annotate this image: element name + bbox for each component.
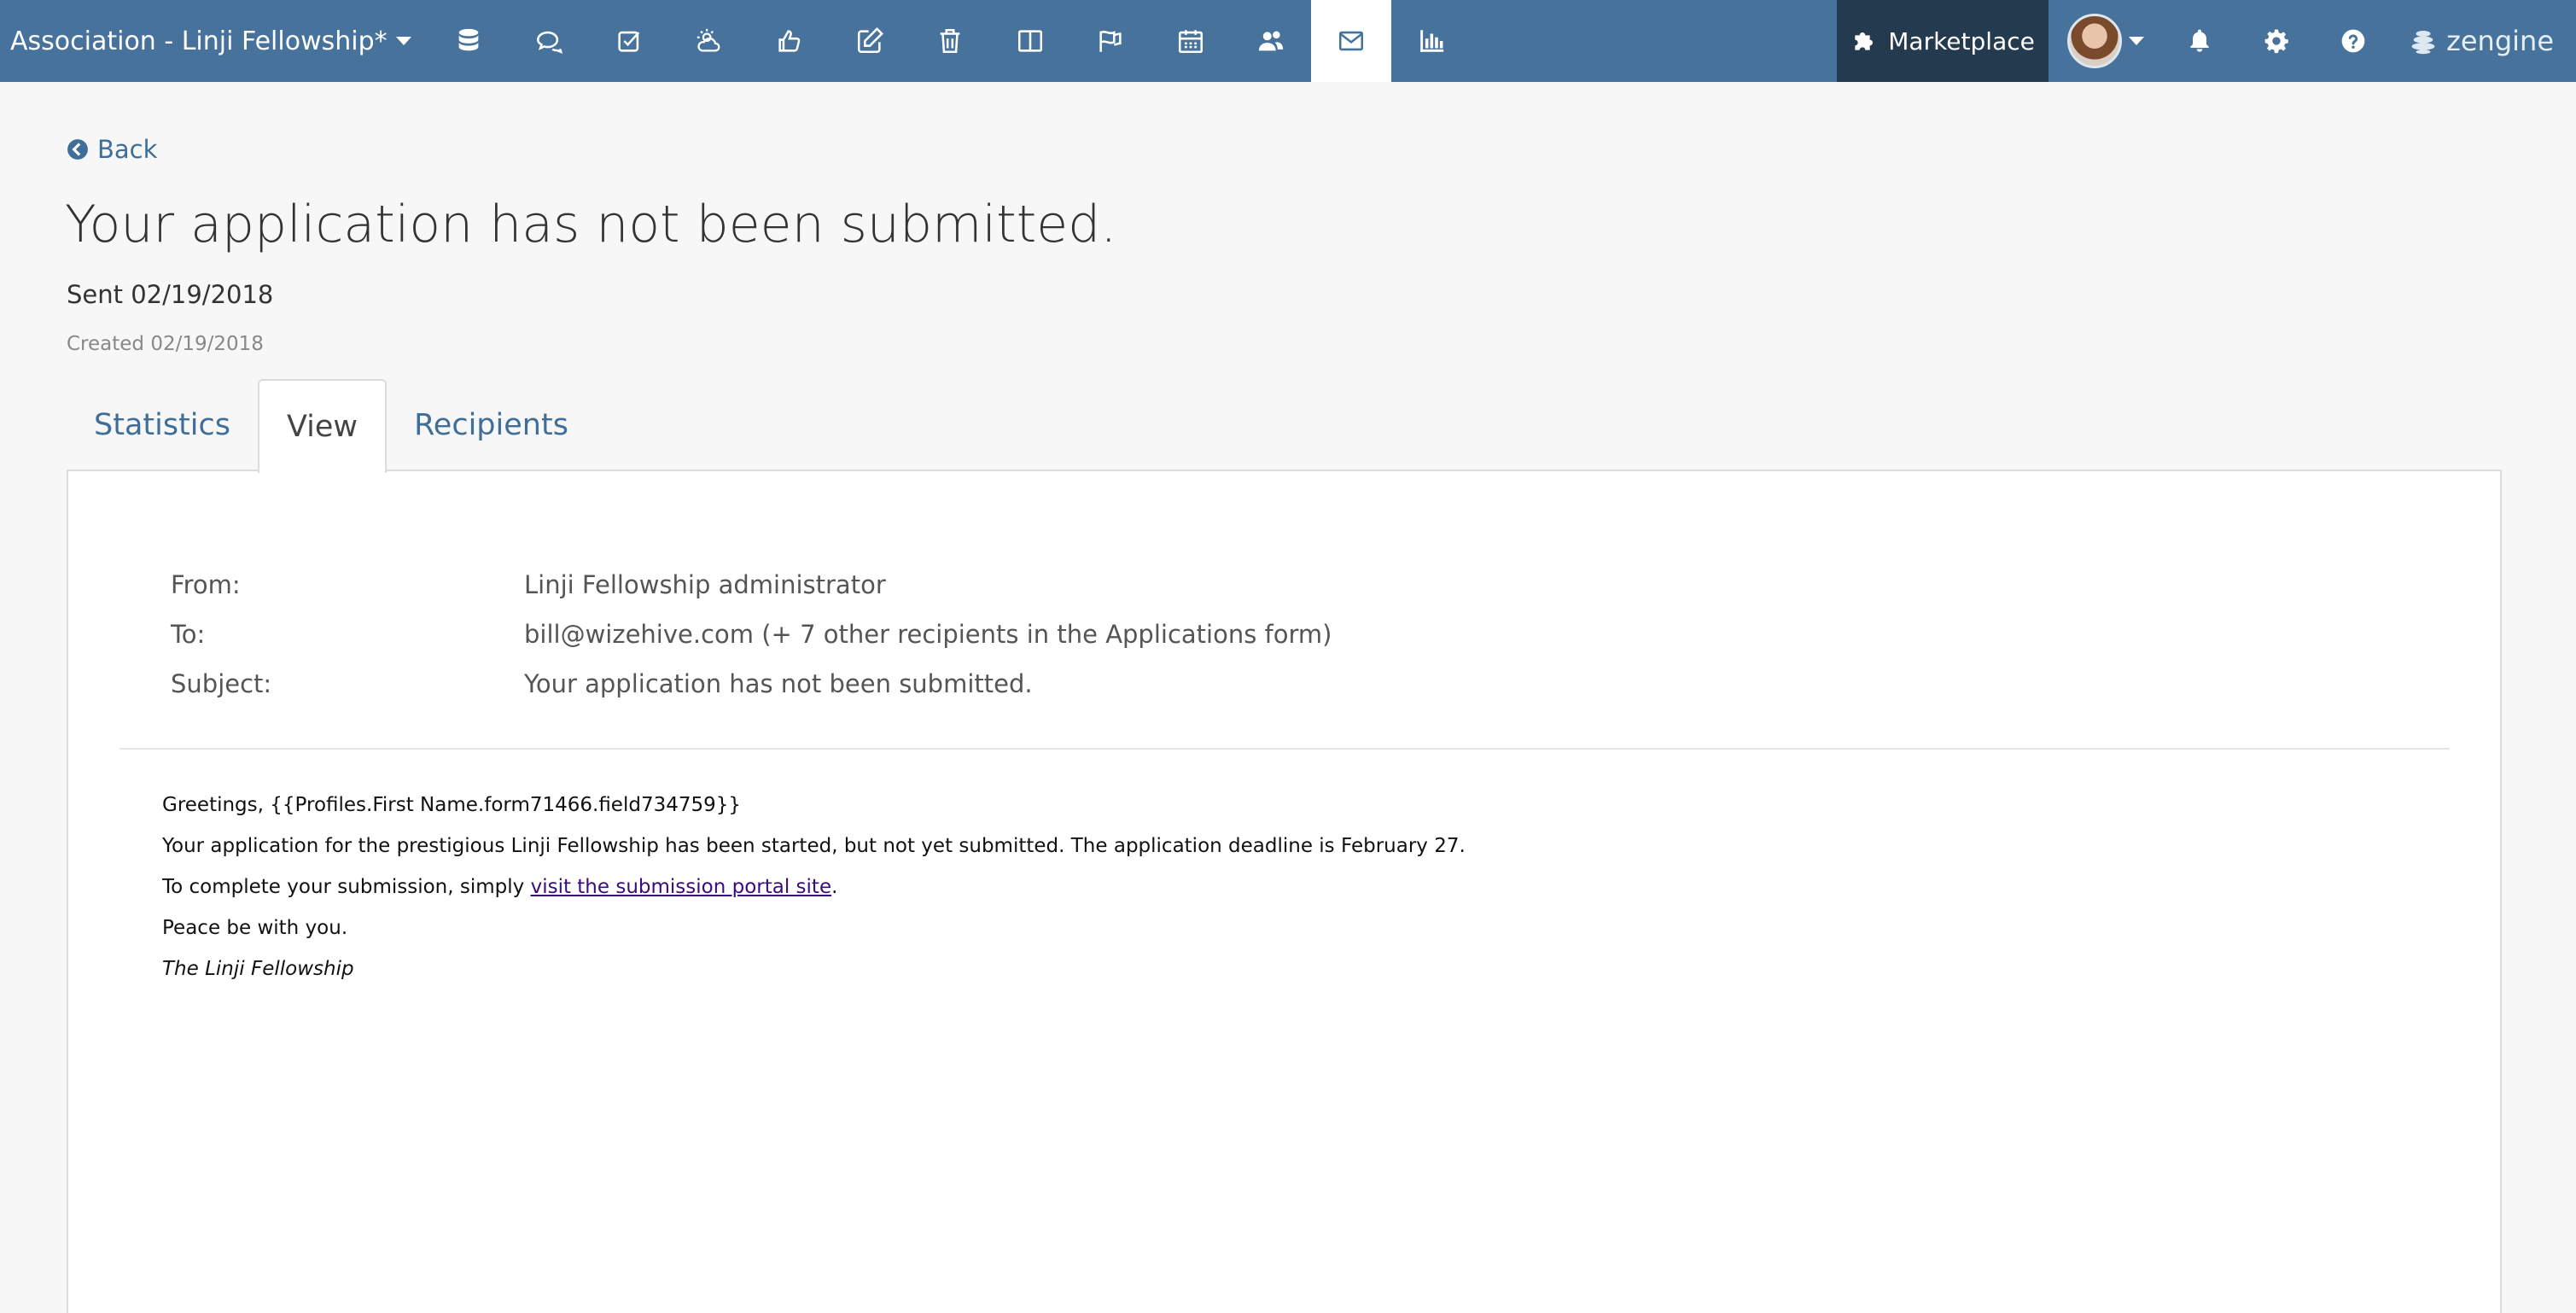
header-divider [119,748,2450,750]
puzzle-icon [1855,32,1874,50]
caret-down-icon [395,37,411,45]
line2-suffix: . [831,876,838,898]
gear-icon [2264,29,2288,54]
from-value: Linji Fellowship administrator [524,570,886,599]
created-date: Created 02/19/2018 [67,333,264,355]
user-menu[interactable] [2049,0,2161,82]
settings-button[interactable] [2238,0,2315,82]
page-title: Your application has not been submitted. [65,195,1117,254]
workspace-switcher[interactable]: Association - Linji Fellowship* [0,0,428,82]
brand-logo[interactable]: zengine [2392,0,2576,82]
caret-down-icon [2129,37,2145,45]
nav-people-button[interactable] [1231,0,1311,82]
marketplace-label: Marketplace [1888,26,2035,55]
workspace-title: Association - Linji Fellowship* [10,26,388,56]
nav-flags-button[interactable] [1070,0,1151,82]
nav-discussions-button[interactable] [509,0,589,82]
navbar-spacer [1472,0,1837,82]
envelope-icon [1338,31,1363,51]
from-label: From: [171,570,241,599]
back-label: Back [97,135,158,164]
tab-view[interactable]: View [258,379,388,473]
email-tabs: Statistics View Recipients [67,379,596,473]
nav-weather-button[interactable] [669,0,749,82]
nav-data-button[interactable] [428,0,509,82]
help-icon [2341,29,2365,53]
avatar [2067,14,2123,68]
database-icon [458,28,478,51]
nav-forms-button[interactable] [830,0,910,82]
flag-icon [1099,31,1122,52]
subject-label: Subject: [171,669,272,698]
nav-reports-button[interactable] [1391,0,1472,82]
email-body-line-2: To complete your submission, simply visi… [162,876,837,898]
zengine-logo-icon [2411,30,2435,55]
submission-portal-link[interactable]: visit the submission portal site [531,876,832,898]
line2-prefix: To complete your submission, simply [162,876,531,898]
nav-trash-button[interactable] [910,0,990,82]
comments-icon [536,31,562,54]
back-link[interactable]: Back [67,135,157,164]
to-label: To: [171,620,206,649]
email-body-line-3: Peace be with you. [162,917,348,939]
email-greeting: Greetings, {{Profiles.First Name.form714… [162,794,742,816]
columns-icon [1017,30,1042,52]
calendar-icon [1178,30,1203,54]
trash-icon [940,28,959,54]
help-button[interactable] [2315,0,2392,82]
top-navbar: Association - Linji Fellowship* Marketpl… [0,0,2576,82]
nav-tasks-button[interactable] [589,0,669,82]
tasks-icon [618,31,639,52]
notifications-button[interactable] [2161,0,2238,82]
brand-label: zengine [2446,25,2554,57]
to-value: bill@wizehive.com (+ 7 other recipients … [524,620,1332,649]
bar-chart-icon [1419,30,1443,52]
weather-icon [696,28,720,52]
bell-icon [2190,29,2209,52]
email-signature: The Linji Fellowship [162,958,354,980]
sent-date: Sent 02/19/2018 [67,280,274,309]
nav-approvals-button[interactable] [749,0,830,82]
marketplace-button[interactable]: Marketplace [1837,0,2049,82]
email-body-line-1: Your application for the prestigious Lin… [162,835,1466,857]
subject-value: Your application has not been submitted. [524,669,1033,698]
nav-layout-button[interactable] [990,0,1070,82]
email-view-panel: From: Linji Fellowship administrator To:… [67,470,2502,1313]
edit-icon [857,27,883,54]
thumbs-up-icon [778,30,801,52]
tab-recipients[interactable]: Recipients [387,379,596,471]
back-arrow-icon [67,139,88,160]
nav-calendar-button[interactable] [1151,0,1231,82]
nav-email-button[interactable] [1310,0,1391,82]
nav-icon-bar [428,0,1472,82]
tab-statistics[interactable]: Statistics [67,379,258,471]
users-icon [1258,31,1283,51]
